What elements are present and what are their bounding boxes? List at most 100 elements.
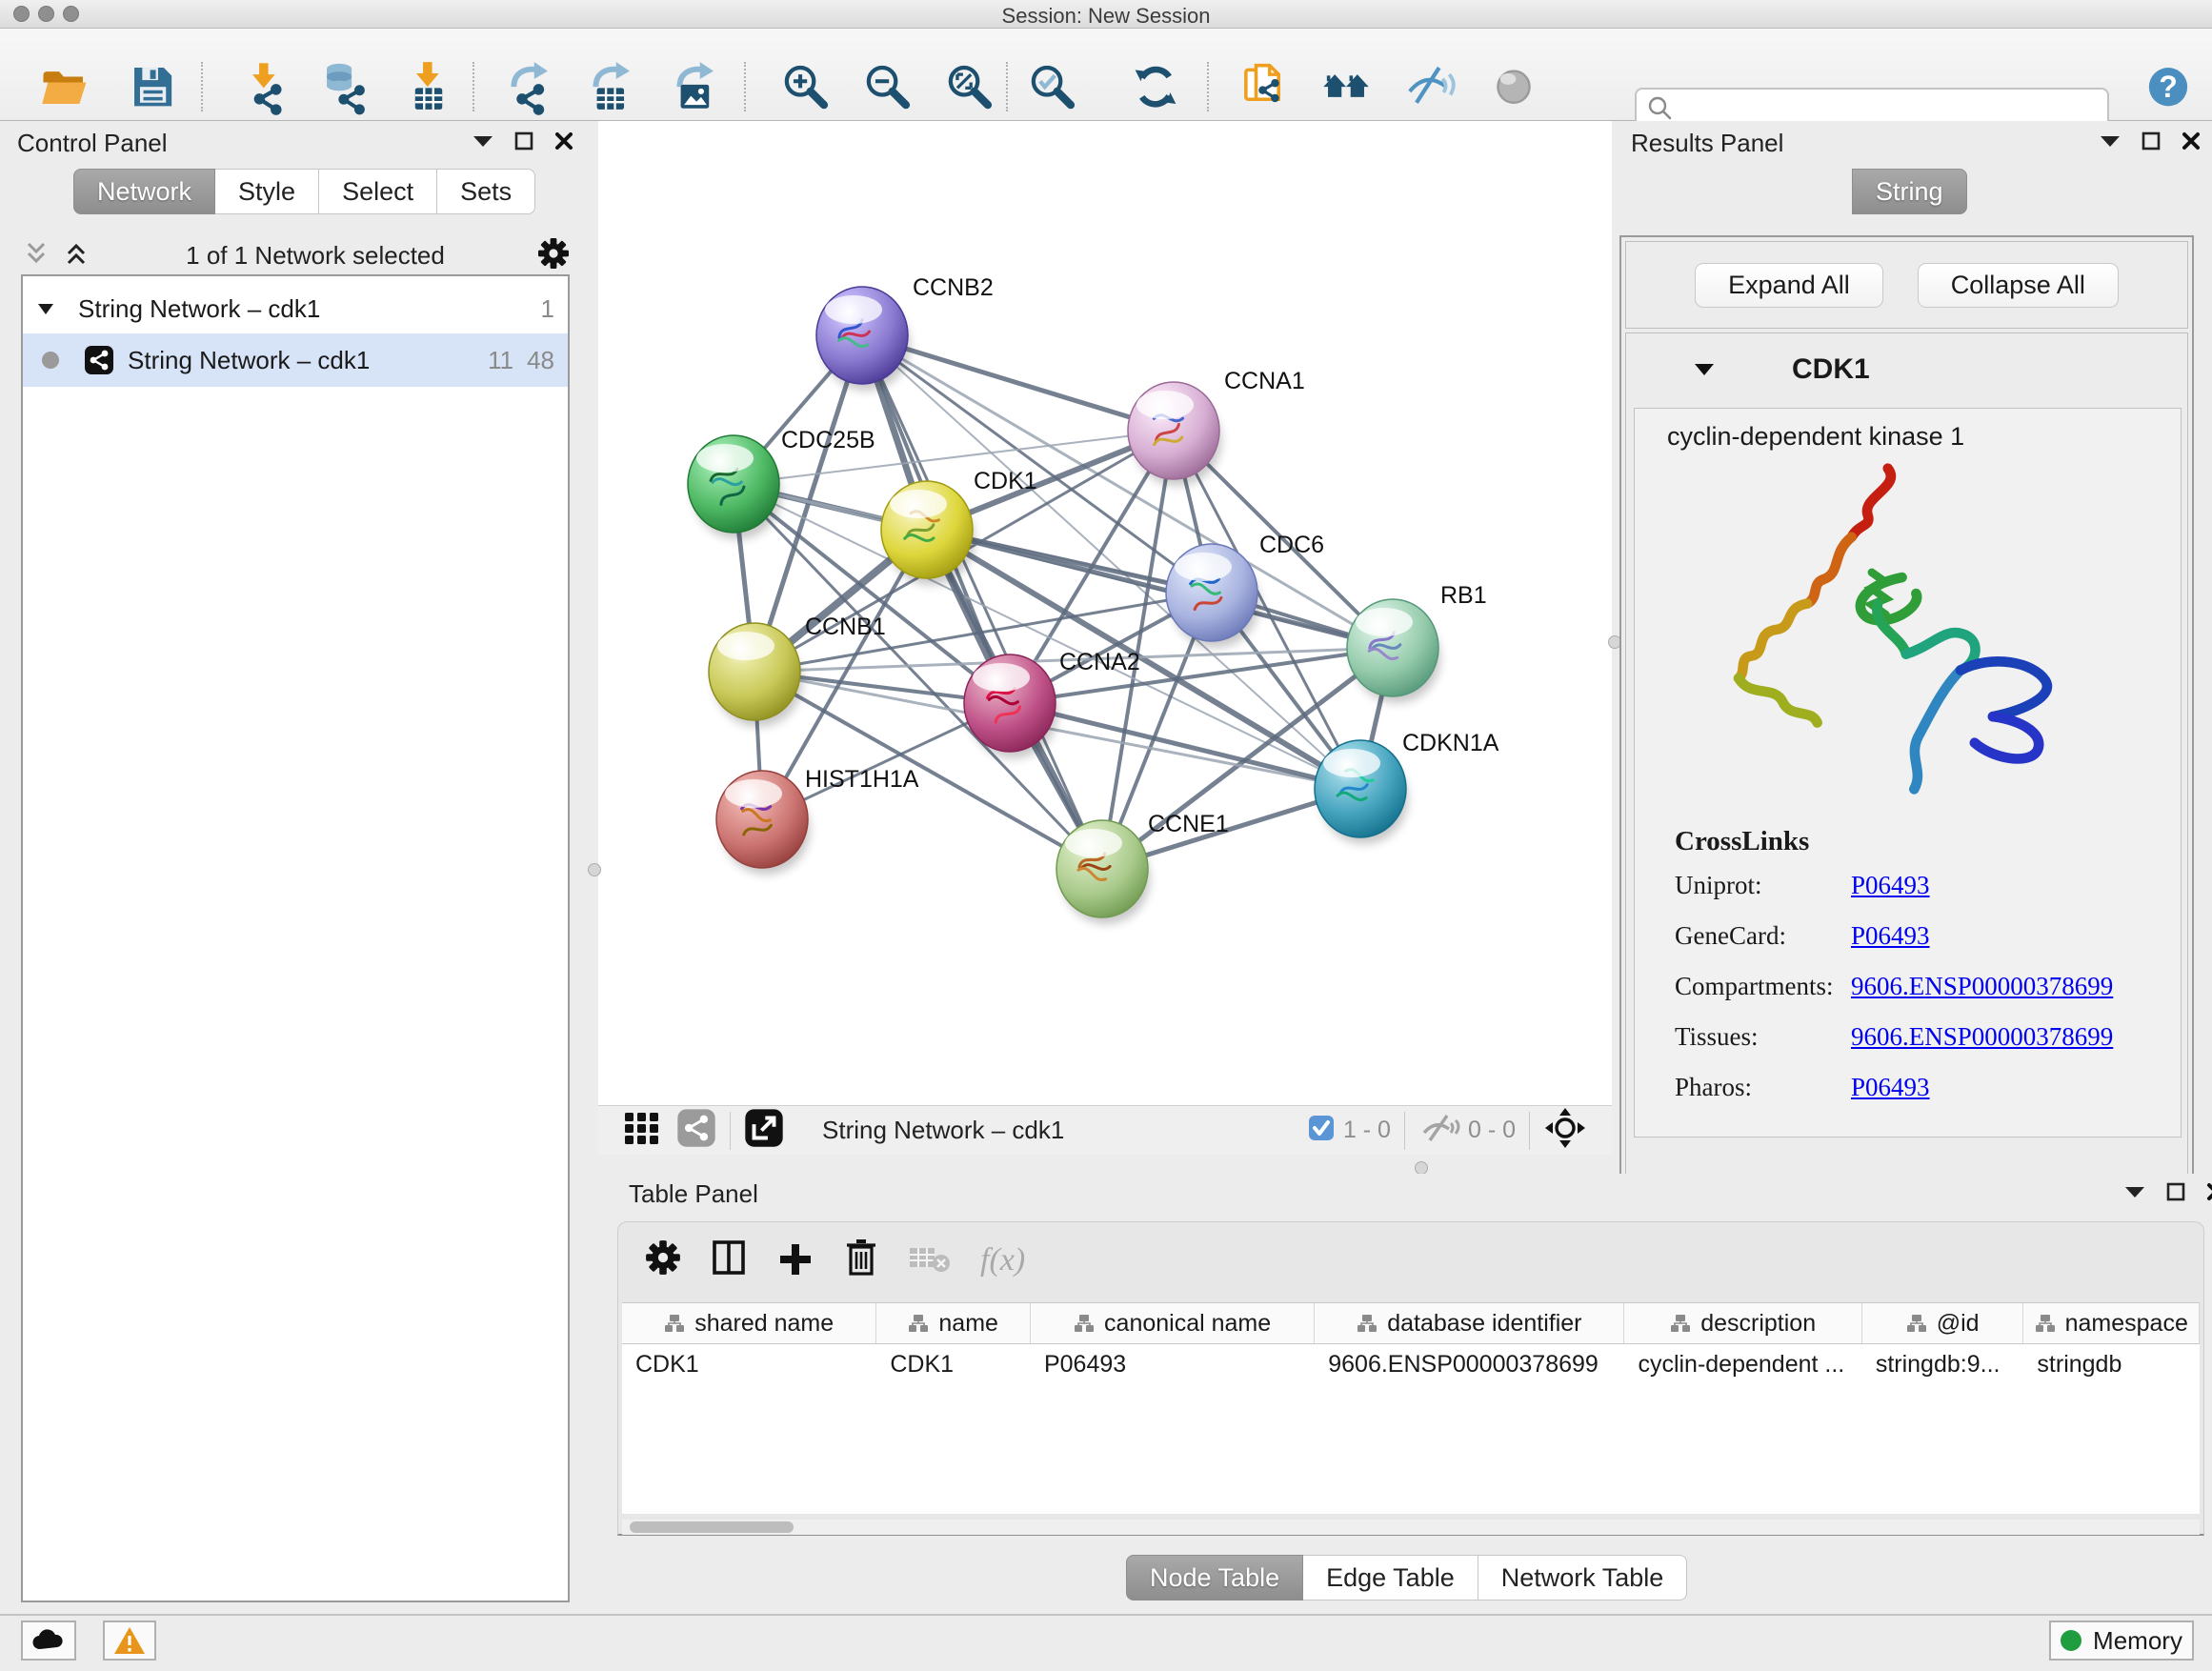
network-collection-row[interactable]: String Network – cdk1 1: [23, 288, 568, 330]
tab-string[interactable]: String: [1852, 169, 1967, 214]
show-eye-icon[interactable]: [1483, 55, 1544, 116]
tab-select[interactable]: Select: [319, 169, 437, 214]
column-header-shared-name[interactable]: shared name: [622, 1303, 876, 1343]
homes-icon[interactable]: [1316, 55, 1377, 116]
tab-sets[interactable]: Sets: [437, 169, 535, 214]
table-options-gear-icon[interactable]: [645, 1239, 681, 1280]
export-image-icon[interactable]: [665, 55, 726, 116]
help-icon[interactable]: ?: [2138, 55, 2199, 116]
node-CDKN1A[interactable]: [1315, 740, 1408, 844]
cell[interactable]: P06493: [1031, 1344, 1315, 1384]
node-HIST1H1A[interactable]: [716, 771, 810, 875]
birds-eye-grid-icon[interactable]: [621, 1107, 663, 1154]
tab-style[interactable]: Style: [215, 169, 319, 214]
node-label-HIST1H1A: HIST1H1A: [805, 766, 919, 793]
import-database-icon[interactable]: [314, 55, 375, 116]
protein-description: cyclin-dependent kinase 1: [1667, 422, 2181, 452]
zoom-selected-icon[interactable]: [1022, 55, 1083, 116]
control-panel-close-icon[interactable]: [554, 131, 573, 155]
control-panel-float-icon[interactable]: [514, 131, 533, 155]
cell[interactable]: cyclin-dependent ...: [1624, 1344, 1861, 1384]
network-row[interactable]: String Network – cdk1 11 48: [23, 333, 568, 387]
crosslink-tissues[interactable]: 9606.ENSP00000378699: [1851, 1022, 2113, 1052]
node-CDC25B[interactable]: [688, 435, 781, 539]
table-splitter-handle[interactable]: [1415, 1161, 1428, 1175]
column-header-namespace[interactable]: namespace: [2023, 1303, 2200, 1343]
network-overview-icon[interactable]: [676, 1108, 716, 1153]
node-table[interactable]: shared namenamecanonical namedatabase id…: [622, 1302, 2200, 1514]
column-header-name[interactable]: name: [876, 1303, 1031, 1343]
network-options-gear-icon[interactable]: [537, 237, 570, 274]
node-RB1[interactable]: [1347, 599, 1440, 703]
column-header-canonical-name[interactable]: canonical name: [1031, 1303, 1315, 1343]
scrollbar-thumb[interactable]: [630, 1521, 794, 1533]
control-panel: Control Panel NetworkStyleSelectSets 1 o…: [0, 121, 591, 1614]
control-splitter-handle[interactable]: [588, 863, 601, 876]
collection-expand-icon[interactable]: [36, 301, 57, 316]
column-header-database-identifier[interactable]: database identifier: [1315, 1303, 1624, 1343]
results-panel-close-icon[interactable]: [2182, 131, 2201, 155]
open-session-icon[interactable]: [34, 55, 95, 116]
table-panel-float-icon[interactable]: [2166, 1182, 2185, 1206]
node-CCNB1[interactable]: [709, 623, 802, 727]
collapse-all-tree-icon[interactable]: [21, 239, 53, 272]
export-table-icon[interactable]: [581, 55, 642, 116]
tab-network-table[interactable]: Network Table: [1478, 1555, 1688, 1601]
table-row[interactable]: CDK1CDK1P064939606.ENSP00000378699cyclin…: [622, 1344, 2200, 1384]
zoom-out-icon[interactable]: [857, 55, 918, 116]
network-view-canvas[interactable]: CCNB2CCNA1CDC25BCDK1CDC6RB1CCNB1CCNA2CDK…: [598, 121, 1612, 1105]
show-columns-icon[interactable]: [710, 1237, 748, 1283]
selected-checkbox-icon[interactable]: [1307, 1114, 1336, 1147]
crosslink-uniprot[interactable]: P06493: [1851, 871, 1930, 900]
tab-node-table[interactable]: Node Table: [1126, 1555, 1303, 1601]
node-CCNE1[interactable]: [1056, 820, 1150, 924]
table-panel-close-icon[interactable]: [2206, 1182, 2212, 1206]
node-CCNA2[interactable]: [964, 654, 1057, 758]
cell[interactable]: stringdb: [2023, 1344, 2200, 1384]
node-CCNB2[interactable]: [816, 287, 910, 391]
zoom-fit-icon[interactable]: [939, 55, 1000, 116]
export-network-icon[interactable]: [499, 55, 560, 116]
hide-glasses-icon[interactable]: [1398, 55, 1459, 116]
import-table-icon[interactable]: [398, 55, 459, 116]
table-horizontal-scrollbar[interactable]: [622, 1520, 2200, 1535]
refresh-layout-icon[interactable]: [1125, 55, 1186, 116]
protein-collapse-icon[interactable]: [1693, 362, 1716, 377]
control-panel-menu-icon[interactable]: [473, 134, 493, 152]
node-CDK1[interactable]: [881, 481, 975, 585]
import-network-icon[interactable]: [234, 55, 295, 116]
cell[interactable]: CDK1: [622, 1344, 876, 1384]
create-column-plus-icon[interactable]: [776, 1237, 814, 1283]
results-panel-menu-icon[interactable]: [2100, 134, 2121, 152]
crosslink-compartments[interactable]: 9606.ENSP00000378699: [1851, 972, 2113, 1001]
results-splitter[interactable]: [1612, 121, 1619, 1155]
results-panel-float-icon[interactable]: [2142, 131, 2161, 155]
expand-all-tree-icon[interactable]: [61, 239, 93, 272]
expand-all-button[interactable]: Expand All: [1695, 263, 1883, 308]
tab-edge-table[interactable]: Edge Table: [1303, 1555, 1478, 1601]
zoom-in-icon[interactable]: [775, 55, 836, 116]
network-label: String Network – cdk1: [128, 346, 370, 375]
crosslink-label: Pharos:: [1675, 1073, 1851, 1102]
column-header-description[interactable]: description: [1624, 1303, 1861, 1343]
detach-view-icon[interactable]: [744, 1108, 784, 1153]
tab-network[interactable]: Network: [73, 169, 215, 214]
save-session-icon[interactable]: [122, 55, 183, 116]
node-CDC6[interactable]: [1166, 544, 1259, 648]
table-panel-menu-icon[interactable]: [2124, 1185, 2145, 1203]
memory-button[interactable]: Memory: [2049, 1621, 2194, 1661]
edge-CCNA2-CDKN1A[interactable]: [1010, 703, 1360, 789]
crosslink-genecard[interactable]: P06493: [1851, 921, 1930, 951]
delete-column-trash-icon[interactable]: [843, 1236, 879, 1284]
warnings-button[interactable]: [103, 1621, 156, 1661]
cell[interactable]: 9606.ENSP00000378699: [1315, 1344, 1624, 1384]
fit-content-crosshair-icon[interactable]: [1543, 1106, 1587, 1155]
cloud-button[interactable]: [21, 1621, 76, 1661]
cell[interactable]: CDK1: [876, 1344, 1031, 1384]
crosslink-pharos[interactable]: P06493: [1851, 1073, 1930, 1102]
column-header-@id[interactable]: @id: [1862, 1303, 2024, 1343]
collapse-all-button[interactable]: Collapse All: [1918, 263, 2119, 308]
share-document-icon[interactable]: [1235, 55, 1296, 116]
cell[interactable]: stringdb:9...: [1862, 1344, 2024, 1384]
node-CCNA1[interactable]: [1128, 382, 1221, 486]
